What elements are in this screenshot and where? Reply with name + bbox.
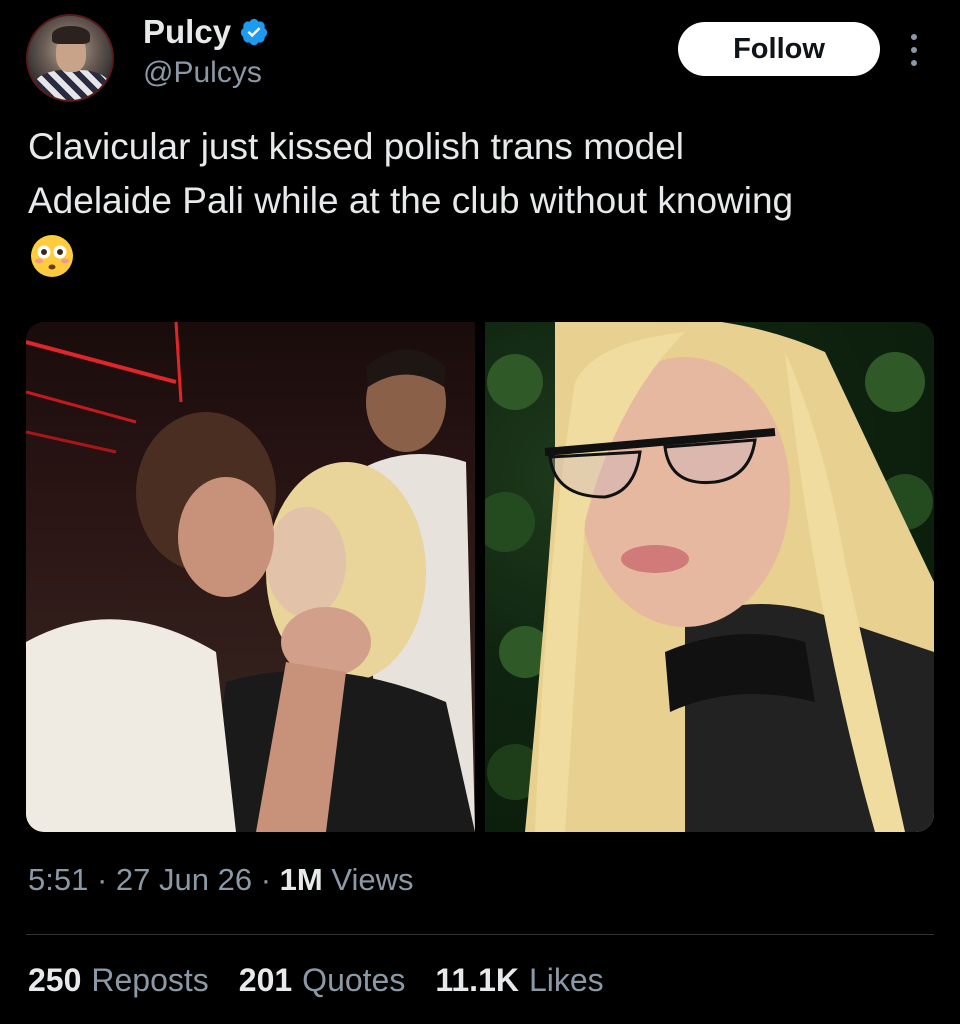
more-dot — [911, 47, 917, 53]
quotes-label: Quotes — [302, 962, 406, 998]
likes-stat[interactable]: 11.1K Likes — [435, 962, 603, 999]
follow-button[interactable]: Follow — [678, 22, 880, 76]
reposts-count: 250 — [28, 962, 82, 998]
tweet-header: Pulcy @Pulcys Follow — [0, 0, 960, 110]
more-dot — [911, 34, 917, 40]
reposts-stat[interactable]: 250 Reposts — [28, 962, 209, 999]
tweet-media[interactable] — [26, 322, 934, 832]
avatar-shirt — [34, 70, 110, 100]
meta-separator: · — [88, 862, 116, 897]
avatar-hair — [52, 26, 90, 44]
reposts-label: Reposts — [91, 962, 209, 998]
tweet-meta: 5:51 · 27 Jun 26 · 1M Views — [28, 862, 413, 898]
photo-portrait[interactable] — [485, 322, 934, 832]
likes-count: 11.1K — [435, 962, 519, 998]
photo-club-illustration — [26, 322, 475, 832]
author-name-row: Pulcy — [143, 12, 269, 52]
more-options-icon[interactable] — [900, 30, 928, 70]
tweet-text: Clavicular just kissed polish trans mode… — [28, 126, 794, 221]
tweet-date[interactable]: 27 Jun 26 — [116, 862, 252, 898]
quotes-count: 201 — [238, 962, 293, 998]
photo-portrait-illustration — [485, 322, 934, 832]
tweet-stats: 250 Reposts 201 Quotes 11.1K Likes — [28, 962, 634, 999]
views-count: 1M — [279, 862, 323, 897]
views-label: Views — [322, 862, 414, 897]
more-dot — [911, 60, 917, 66]
author-display-name[interactable]: Pulcy — [143, 13, 231, 51]
likes-label: Likes — [528, 962, 604, 998]
quotes-stat[interactable]: 201 Quotes — [239, 962, 406, 999]
verified-badge-icon — [240, 18, 268, 46]
photo-club[interactable] — [26, 322, 475, 832]
tweet-time[interactable]: 5:51 — [28, 862, 88, 898]
avatar[interactable] — [26, 14, 114, 102]
divider — [26, 934, 934, 935]
author-handle[interactable]: @Pulcys — [143, 56, 262, 90]
flushed-face-icon — [31, 235, 73, 277]
meta-separator: · — [252, 862, 280, 897]
